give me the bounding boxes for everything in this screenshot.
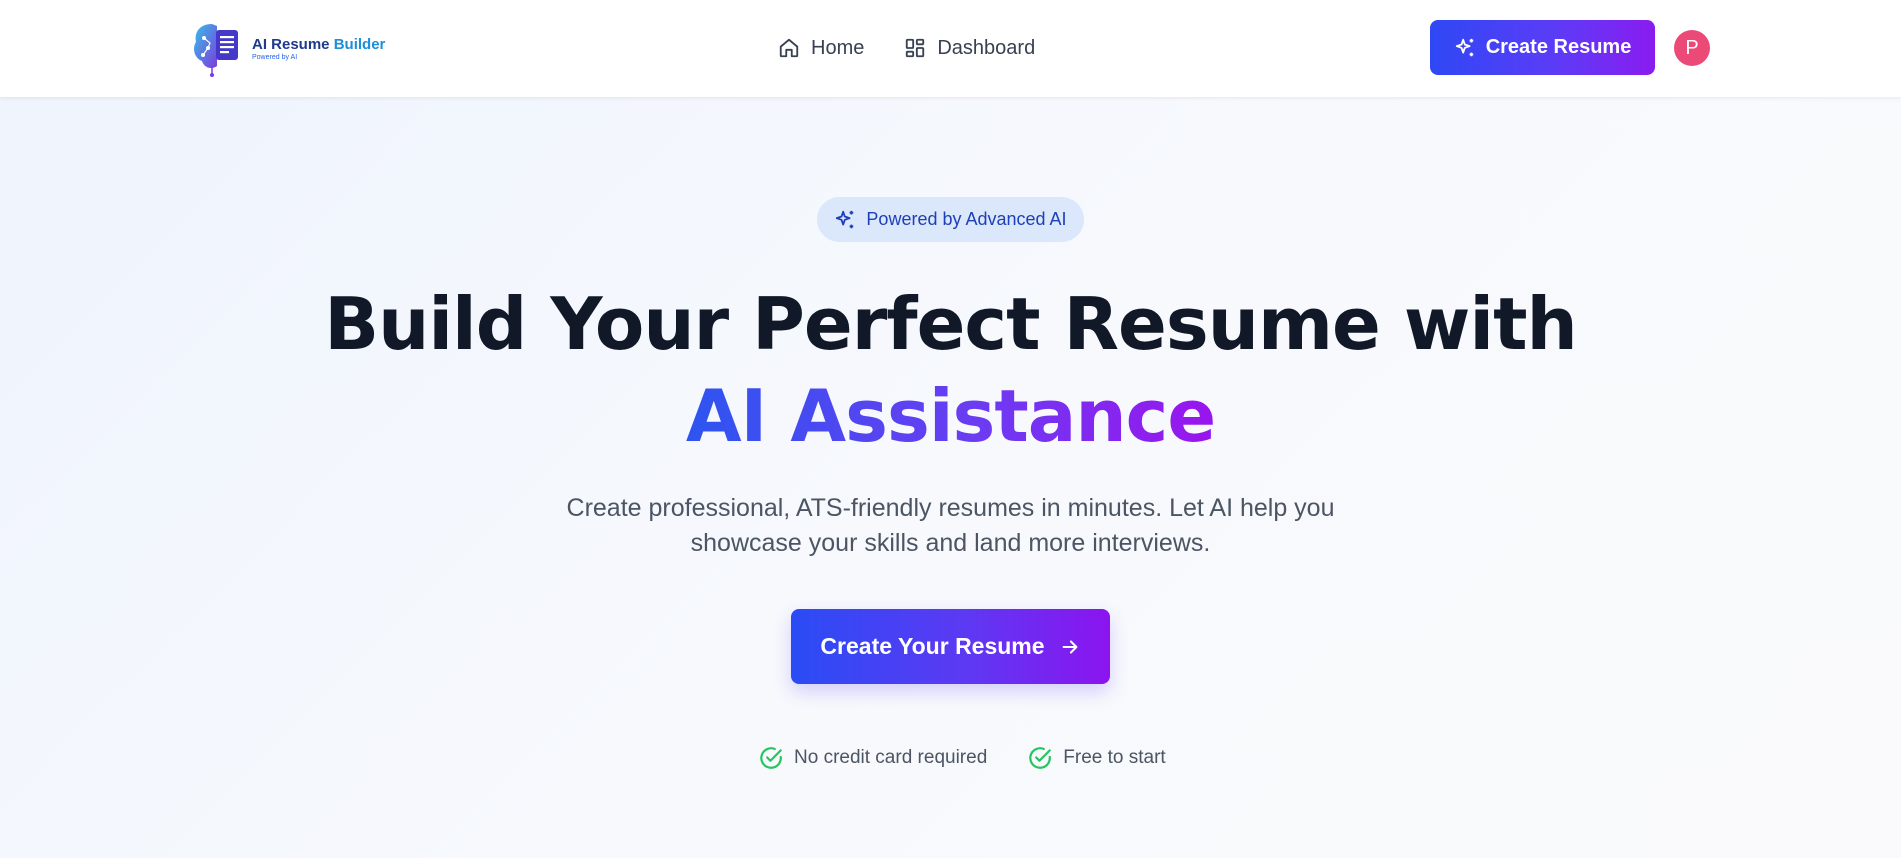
arrow-right-icon [1062, 639, 1077, 654]
perk-item: Free to start [1027, 745, 1166, 771]
hero-subtitle: Create professional, ATS-friendly resume… [0, 491, 1901, 561]
hero-subtitle-line1: Create professional, ATS-friendly resume… [566, 494, 1335, 522]
nav-link-home-label: Home [811, 36, 865, 59]
nav-link-home[interactable]: Home [778, 37, 864, 60]
hero-headline-line1: Build Your Perfect Resume with [324, 282, 1578, 366]
brand-text: AI Resume Builder Powered by AI [252, 36, 385, 61]
brand-tagline: Powered by AI [252, 53, 298, 61]
user-avatar[interactable]: P [1674, 30, 1710, 66]
sparkles-icon [1455, 38, 1473, 56]
check-circle-icon [760, 747, 782, 769]
top-navbar: AI Resume Builder Powered by AI Home Das… [0, 0, 1901, 97]
create-your-resume-button-label: Create Your Resume [820, 633, 1045, 659]
brand-name-accent: Builder [333, 35, 386, 53]
brand-name-main: AI Resume [252, 35, 330, 53]
perks-list: No credit card required Free to start [758, 742, 1166, 774]
brain-document-logo-icon [194, 24, 238, 77]
grid-icon [906, 38, 925, 58]
home-icon [779, 38, 799, 58]
perk-item: No credit card required [758, 745, 987, 771]
brand-name: AI Resume Builder [252, 36, 385, 53]
create-your-resume-button[interactable]: Create Your Resume [791, 609, 1110, 684]
perk-label: No credit card required [794, 747, 988, 768]
powered-by-badge: Powered by Advanced AI [817, 197, 1084, 242]
perk-label: Free to start [1063, 747, 1166, 768]
create-resume-button-label: Create Resume [1485, 36, 1632, 58]
check-circle-icon [1029, 747, 1052, 769]
create-resume-button[interactable]: Create Resume [1430, 20, 1655, 75]
hero-headline-line2: AI Assistance [686, 370, 1216, 462]
nav-link-dashboard-label: Dashboard [937, 36, 1036, 59]
powered-by-badge-label: Powered by Advanced AI [866, 209, 1067, 229]
nav-link-dashboard[interactable]: Dashboard [904, 37, 1035, 60]
main-nav: Home Dashboard [778, 30, 1035, 66]
hero-subtitle-line2: showcase your skills and land more inter… [690, 529, 1211, 557]
brand-logo-link[interactable]: AI Resume Builder Powered by AI [190, 18, 385, 78]
sparkles-icon [836, 210, 854, 228]
hero-headline: Build Your Perfect Resume with AI Assist… [0, 278, 1901, 462]
